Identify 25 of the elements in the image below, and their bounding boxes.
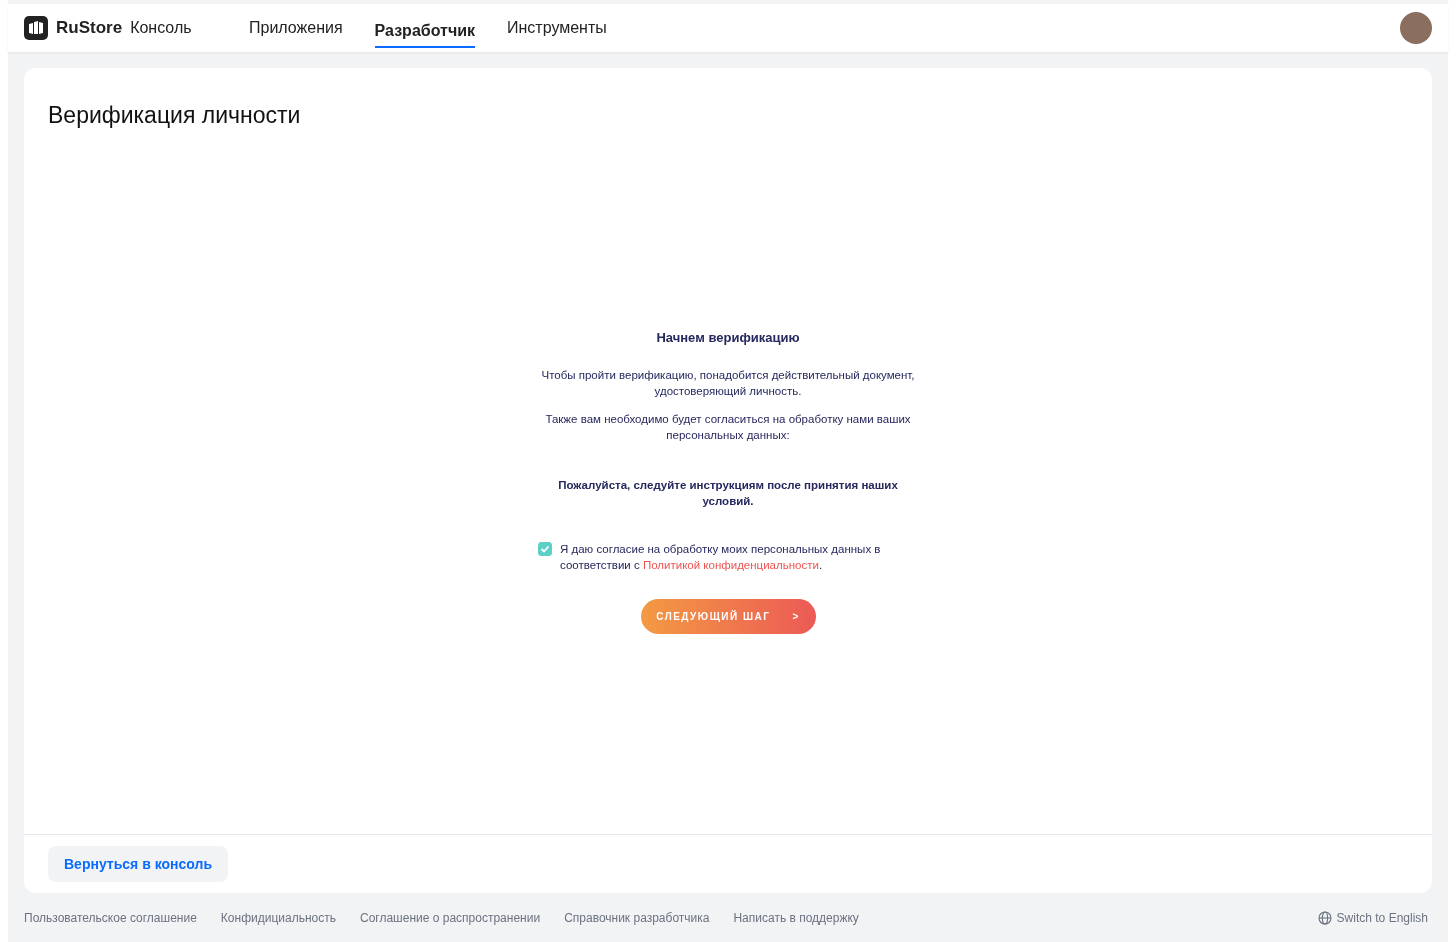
logo-icon [24, 16, 48, 40]
globe-icon [1317, 910, 1332, 925]
nav-tab[interactable]: Приложения [249, 4, 343, 52]
page-title: Верификация личности [48, 101, 302, 130]
consent-checkbox[interactable] [538, 542, 552, 556]
footer-link[interactable]: Справочник разработчика [564, 910, 710, 925]
checkmark-icon [540, 544, 550, 554]
description-text: Также вам необходимо будет согласиться на обработку нами ваших персональных данных: [544, 412, 912, 443]
next-step-button[interactable]: СЛЕДУЮЩИЙ ШАГ > [640, 599, 816, 634]
nav-tab[interactable]: Инструменты [507, 4, 607, 52]
footer-link[interactable]: Написать в поддержку [733, 910, 859, 925]
footer-link[interactable]: Пользовательское соглашение [24, 910, 197, 925]
product-name: Консоль [130, 19, 192, 37]
nav-tab[interactable]: Разработчик [374, 8, 475, 48]
avatar[interactable] [1400, 12, 1432, 44]
instruction-text: Пожалуйста, следуйте инструкциям после принятия наших условий. [557, 478, 899, 509]
privacy-policy-link[interactable]: Политикой конфиденциальности [642, 559, 819, 571]
footer-link[interactable]: Соглашение о распространении [359, 910, 541, 925]
footer-link[interactable]: Конфидициальность [220, 910, 336, 925]
consent-text: Я даю согласие на обработку моих персональных данных в соответствии с Политикой конфиденциальности. [560, 542, 882, 573]
section-heading: Начнем верификацию [656, 330, 800, 345]
description-text: Чтобы пройти верификацию, понадобится действительный документ, удостоверяющий личность. [540, 368, 916, 399]
brand-name: RuStore [56, 18, 123, 38]
back-to-console-button[interactable]: Вернуться в консоль [48, 846, 228, 882]
language-switch-link[interactable]: Switch to English [1317, 910, 1428, 925]
